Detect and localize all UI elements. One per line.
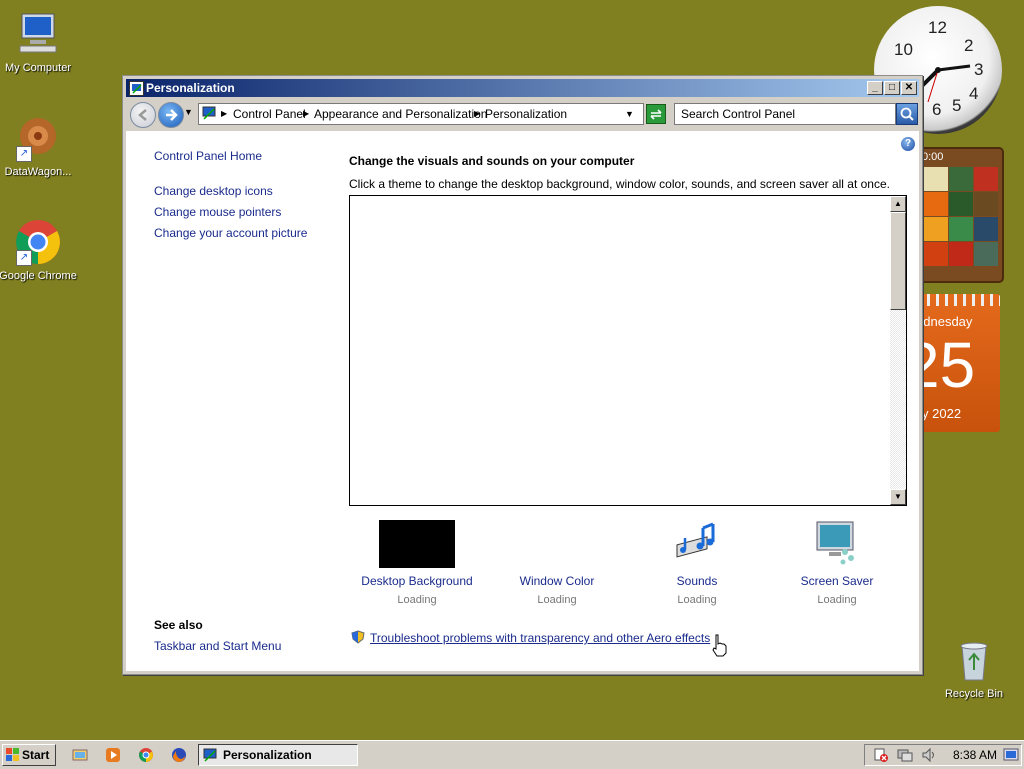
close-button[interactable]: ✕	[901, 81, 917, 95]
back-arrow-icon	[138, 109, 147, 121]
address-bar[interactable]: ▶ Control Panel ▶ Appearance and Persona…	[198, 103, 644, 125]
desktop-icon-chrome[interactable]: ↗ Google Chrome	[0, 218, 80, 282]
forward-button[interactable]	[158, 102, 184, 128]
calendar-day-number: 25	[918, 329, 976, 401]
theme-list[interactable]: ▲ ▼	[349, 195, 907, 506]
see-also-heading: See also	[154, 618, 203, 632]
breadcrumb-appearance[interactable]: Appearance and Personalization	[314, 104, 487, 124]
desktop-background-status: Loading	[397, 594, 437, 606]
sounds-label: Sounds	[676, 574, 718, 588]
scroll-up-button[interactable]: ▲	[890, 196, 906, 212]
window-color-status: Loading	[537, 594, 577, 606]
window-color-label: Window Color	[519, 574, 595, 588]
address-dropdown-icon[interactable]: ▼	[625, 104, 634, 124]
refresh-button[interactable]	[646, 104, 666, 124]
desktop-icon-label: My Computer	[4, 62, 72, 74]
screen-saver-item[interactable]: Screen Saver Loading	[772, 520, 902, 606]
page-heading: Change the visuals and sounds on your co…	[349, 154, 635, 168]
desktop-icon-datawagon[interactable]: ↗ DataWagon...	[0, 114, 80, 178]
change-account-picture-link[interactable]: Change your account picture	[154, 226, 307, 240]
show-desktop-icon[interactable]	[72, 747, 88, 763]
taskbar: Start Personalization 8:38 AM	[0, 740, 1024, 769]
picture-puzzle-gadget[interactable]: 0:00	[918, 147, 1004, 283]
page-description: Click a theme to change the desktop back…	[349, 177, 890, 191]
calendar-gadget[interactable]: Wednesday 25 May 2022	[918, 294, 1000, 432]
desktop-background-item[interactable]: Desktop Background Loading	[352, 520, 482, 606]
shortcut-arrow-icon: ↗	[16, 146, 32, 162]
computer-icon	[14, 10, 62, 58]
taskbar-task-personalization[interactable]: Personalization	[198, 744, 358, 766]
chrome-icon[interactable]	[138, 747, 154, 763]
control-panel-home-link[interactable]: Control Panel Home	[154, 149, 262, 163]
datawagon-icon: ↗	[14, 114, 62, 162]
calendar-day-name: Wednesday	[918, 314, 973, 329]
screen-saver-icon	[813, 520, 861, 568]
breadcrumb-separator-icon[interactable]: ▶	[221, 104, 227, 124]
window-color-item[interactable]: Window Color Loading	[492, 520, 622, 606]
recycle-bin-icon	[950, 636, 998, 684]
media-player-icon[interactable]	[105, 747, 121, 763]
back-button[interactable]	[130, 102, 156, 128]
maximize-button[interactable]: □	[884, 81, 900, 95]
change-mouse-pointers-link[interactable]: Change mouse pointers	[154, 205, 281, 219]
network-icon[interactable]	[897, 747, 913, 763]
windows-logo-icon	[6, 748, 20, 762]
search-box[interactable]: Search Control Panel	[674, 103, 896, 125]
calendar-month-year: May 2022	[918, 406, 962, 421]
sounds-item[interactable]: Sounds Loading	[632, 520, 762, 606]
content-pane: ? Control Panel Home Change desktop icon…	[126, 131, 919, 671]
shield-icon	[351, 630, 365, 644]
desktop-icon-label: Google Chrome	[0, 270, 77, 282]
window-title: Personalization	[146, 81, 235, 95]
help-button[interactable]: ?	[901, 137, 915, 151]
search-input[interactable]: Search Control Panel	[681, 104, 795, 124]
scroll-down-button[interactable]: ▼	[890, 489, 906, 505]
network-error-icon[interactable]	[873, 747, 889, 763]
puzzle-timer: 0:00	[922, 151, 944, 163]
change-desktop-icons-link[interactable]: Change desktop icons	[154, 184, 273, 198]
title-bar[interactable]: Personalization _ □ ✕	[126, 79, 919, 97]
desktop-icon-my-computer[interactable]: My Computer	[0, 10, 80, 74]
breadcrumb-control-panel[interactable]: Control Panel	[233, 104, 306, 124]
desktop-icon-recycle-bin[interactable]: Recycle Bin	[932, 636, 1016, 700]
screen-saver-status: Loading	[817, 594, 857, 606]
start-button[interactable]: Start	[2, 744, 56, 766]
desktop-background-label: Desktop Background	[361, 574, 473, 588]
calendar-rings	[918, 294, 1000, 306]
desktop-background-preview	[379, 520, 455, 568]
search-button[interactable]	[896, 103, 918, 125]
personalization-window[interactable]: Personalization _ □ ✕ ▼ ▶ Control Panel …	[122, 75, 923, 675]
taskbar-clock[interactable]: 8:38 AM	[953, 745, 997, 765]
control-panel-icon	[202, 106, 216, 120]
theme-list-scrollbar[interactable]: ▲ ▼	[890, 196, 906, 505]
search-icon	[900, 107, 914, 121]
control-panel-icon	[129, 81, 144, 96]
desktop-icon-label: DataWagon...	[4, 166, 72, 178]
desktop-icon-label: Recycle Bin	[944, 688, 1004, 700]
start-label: Start	[22, 748, 50, 762]
sounds-icon	[673, 520, 721, 568]
show-desktop-tray-icon[interactable]	[1003, 747, 1019, 763]
forward-arrow-icon	[166, 109, 178, 121]
refresh-icon	[650, 109, 662, 120]
minimize-button[interactable]: _	[867, 81, 883, 95]
volume-icon[interactable]	[921, 747, 937, 763]
screen-saver-label: Screen Saver	[800, 574, 874, 588]
breadcrumb-separator-icon[interactable]: ▶	[474, 104, 480, 124]
taskbar-task-label: Personalization	[223, 748, 312, 762]
troubleshoot-aero-link[interactable]: Troubleshoot problems with transparency …	[370, 631, 710, 645]
navigation-bar: ▼ ▶ Control Panel ▶ Appearance and Perso…	[126, 99, 919, 129]
chrome-icon: ↗	[14, 218, 62, 266]
sounds-status: Loading	[677, 594, 717, 606]
shortcut-arrow-icon: ↗	[16, 250, 32, 266]
control-panel-icon	[203, 748, 217, 762]
hand-cursor-icon	[712, 634, 727, 657]
system-tray: 8:38 AM	[864, 744, 1022, 766]
breadcrumb-personalization[interactable]: Personalization	[485, 104, 567, 124]
firefox-icon[interactable]	[171, 747, 187, 763]
scroll-thumb[interactable]	[890, 212, 906, 310]
recent-pages-chevron-icon[interactable]: ▼	[184, 107, 193, 117]
breadcrumb-separator-icon[interactable]: ▶	[303, 104, 309, 124]
taskbar-start-menu-link[interactable]: Taskbar and Start Menu	[154, 639, 281, 653]
